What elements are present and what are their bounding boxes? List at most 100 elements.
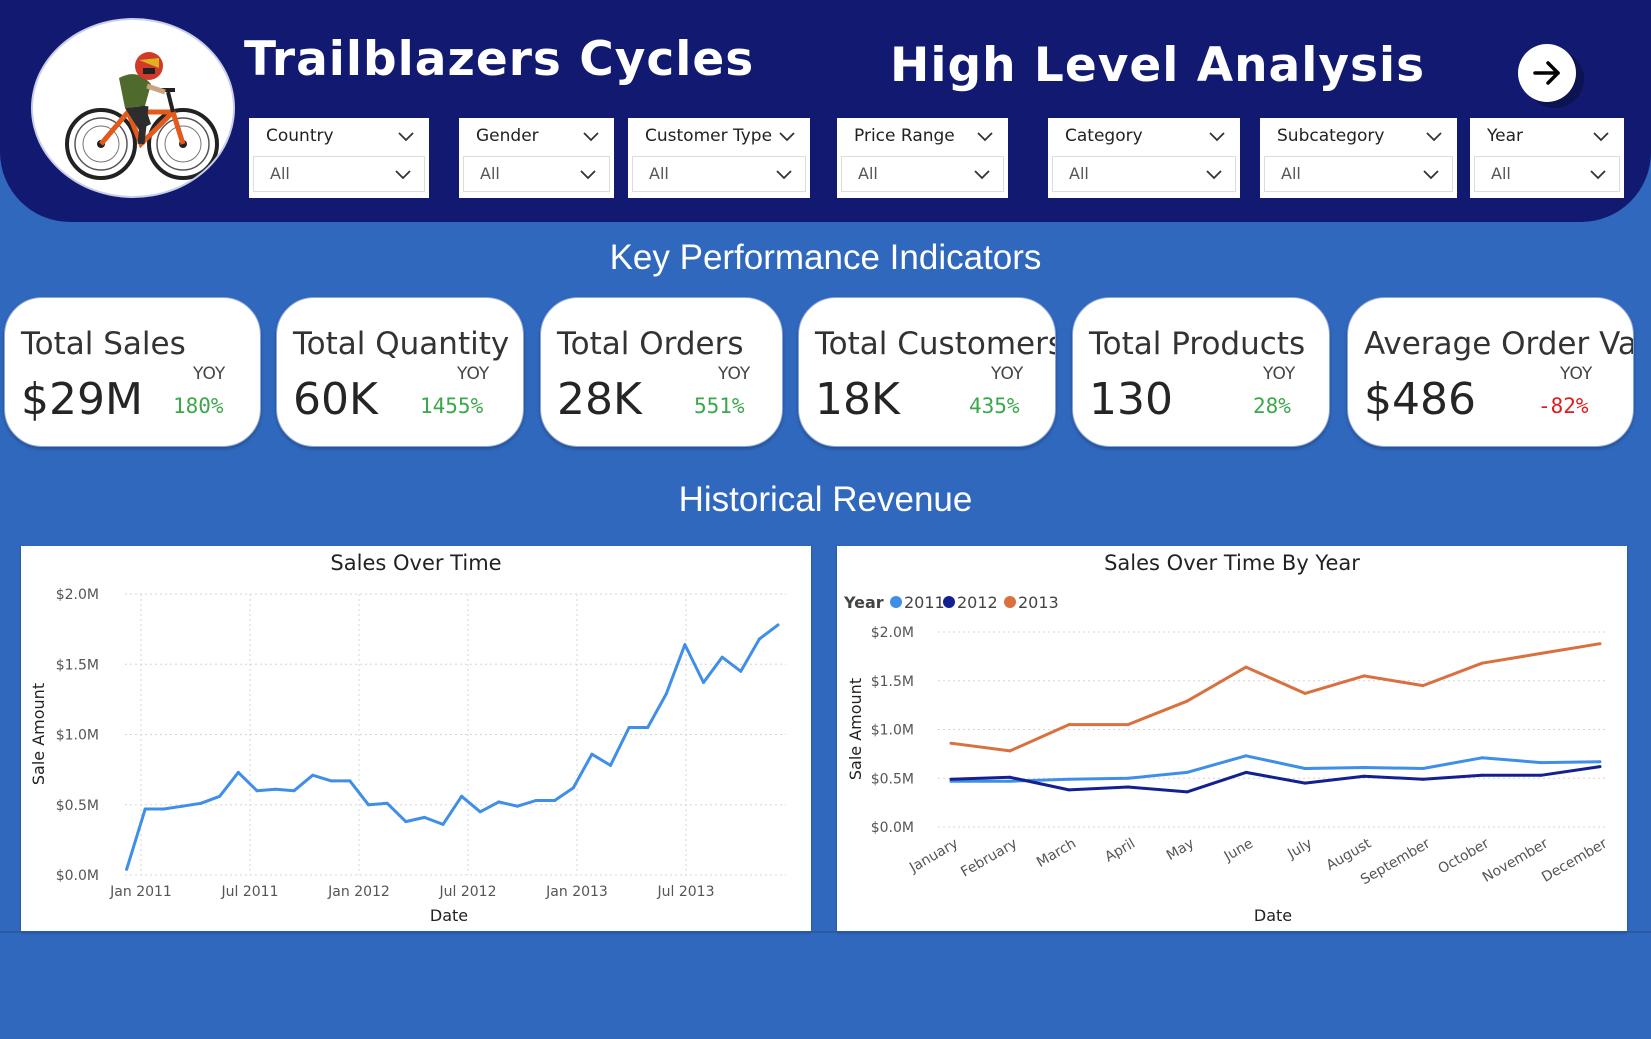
legend-label-2011: 2011 (904, 593, 945, 612)
kpi-card-total-customers: Total Customers YOY 18K 435% (798, 297, 1056, 447)
data-point-2011 (1244, 754, 1248, 758)
data-point (143, 807, 147, 811)
data-point-2012 (1185, 790, 1189, 794)
data-point (367, 803, 370, 807)
kpi-yoy-label: YOY (1263, 364, 1296, 384)
y-tick-label: $2.0M (871, 625, 914, 641)
data-point (553, 799, 557, 802)
slicer-year[interactable]: Year All (1470, 118, 1624, 198)
data-point (646, 726, 650, 729)
data-point (683, 643, 687, 647)
slicer-gender[interactable]: Gender All (459, 118, 614, 198)
sales-line (125, 623, 779, 870)
data-point-2013 (1126, 723, 1130, 727)
y-tick-label: $0.0M (871, 820, 914, 836)
data-point-2013 (1067, 723, 1071, 727)
data-point (571, 786, 575, 790)
kpi-name: Total Orders (557, 326, 744, 362)
kpi-value: 60K (293, 374, 378, 425)
series-line-2013 (950, 642, 1601, 753)
data-point-2013 (1185, 699, 1189, 703)
logo (31, 18, 235, 198)
chevron-down-icon[interactable] (778, 128, 796, 147)
data-point-2012 (1244, 770, 1248, 774)
kpi-yoy-change: 551% (694, 394, 745, 418)
data-point (274, 787, 277, 791)
slicer-category[interactable]: Category All (1048, 118, 1240, 198)
chevron-down-icon[interactable] (1425, 128, 1443, 147)
data-point (664, 692, 668, 696)
sales-by-year-plot: Sales Over Time By Year Date Sale Amount Ye… (843, 551, 1610, 925)
sales-over-time-chart[interactable]: Sales Over Time Date Sale Amount $0.0M $0.5M… (21, 546, 811, 932)
data-point-2011 (1480, 756, 1484, 760)
data-point-2011 (1539, 761, 1543, 765)
data-point-2011 (1126, 776, 1130, 780)
data-point (478, 810, 482, 814)
data-point-2012 (1539, 773, 1543, 777)
x-tick-label: Jul 2011 (221, 884, 279, 900)
x-tick-label: January (906, 836, 961, 877)
slicer-country[interactable]: Country All (249, 118, 429, 198)
slicer-subcategory[interactable]: Subcategory All (1260, 118, 1457, 198)
cyclist-icon (65, 52, 219, 180)
price-range-dropdown[interactable]: All (841, 156, 1004, 192)
x-tick-label: February (958, 836, 1020, 881)
y-tick-label: $0.5M (871, 771, 914, 787)
kpi-yoy-change: 180% (173, 394, 224, 418)
kpi-name: Total Customers (815, 326, 1056, 362)
slicer-customer-type[interactable]: Customer Type All (628, 118, 810, 198)
legend-label-2013: 2013 (1018, 593, 1059, 612)
data-point-2012 (1362, 774, 1366, 778)
kpi-name: Average Order Val (1364, 326, 1634, 362)
header-banner: Trailblazers Cycles High Level Analysis … (0, 0, 1651, 222)
subcategory-dropdown[interactable]: All (1264, 156, 1453, 192)
y-tick-label: $2.0M (56, 587, 99, 603)
legend-swatch-2012 (943, 596, 955, 608)
data-point-2013 (949, 741, 953, 745)
x-tick-label: June (1221, 836, 1256, 866)
chevron-down-icon[interactable] (1592, 128, 1610, 147)
slicer-price-range[interactable]: Price Range All (837, 118, 1008, 198)
customer-type-dropdown[interactable]: All (632, 156, 806, 192)
gender-dropdown[interactable]: All (463, 156, 610, 192)
next-page-button[interactable] (1518, 44, 1576, 102)
app-title: Trailblazers Cycles (244, 32, 755, 87)
x-axis-label: Date (1254, 906, 1292, 925)
kpi-value: $29M (21, 374, 143, 425)
chevron-down-icon (973, 166, 991, 185)
slicer-label: Country (266, 126, 334, 146)
kpi-card-total-orders: Total Orders YOY 28K 551% (540, 297, 783, 447)
data-point (348, 779, 352, 783)
kpi-name: Total Products (1089, 326, 1306, 362)
country-dropdown[interactable]: All (253, 156, 425, 192)
kpi-name: Total Quantity (293, 326, 510, 362)
chevron-down-icon[interactable] (1208, 128, 1226, 147)
kpi-yoy-label: YOY (718, 364, 751, 384)
x-tick-label: July (1284, 836, 1315, 863)
chevron-down-icon[interactable] (976, 128, 994, 147)
data-point (422, 815, 426, 819)
chevron-down-icon[interactable] (582, 128, 600, 147)
year-dropdown[interactable]: All (1474, 156, 1620, 192)
kpi-card-total-products: Total Products YOY 130 28% (1072, 297, 1330, 447)
x-tick-label: November (1480, 835, 1551, 885)
data-point-2011 (1362, 766, 1366, 769)
kpi-yoy-label: YOY (457, 364, 490, 384)
x-tick-label: Jul 2012 (439, 884, 497, 900)
slicer-label: Price Range (854, 126, 955, 146)
y-tick-label: $0.0M (56, 868, 99, 884)
y-tick-label: $1.0M (56, 728, 99, 744)
category-dropdown[interactable]: All (1052, 156, 1236, 192)
data-point (757, 637, 761, 641)
y-tick-label: $1.0M (871, 723, 914, 739)
data-point-2011 (1185, 770, 1189, 774)
kpi-value: 18K (815, 374, 900, 425)
data-point (720, 655, 724, 659)
x-tick-label: April (1102, 836, 1138, 866)
sales-over-time-by-year-chart[interactable]: Sales Over Time By Year Date Sale Amount Ye… (837, 546, 1627, 932)
data-point-2012 (1067, 788, 1071, 792)
chevron-down-icon[interactable] (397, 128, 415, 147)
x-tick-label: Jan 2012 (327, 884, 390, 900)
kpi-card-average-order-val: Average Order Val YOY $486 -82% (1347, 297, 1634, 447)
y-tick-label: $0.5M (56, 798, 99, 814)
